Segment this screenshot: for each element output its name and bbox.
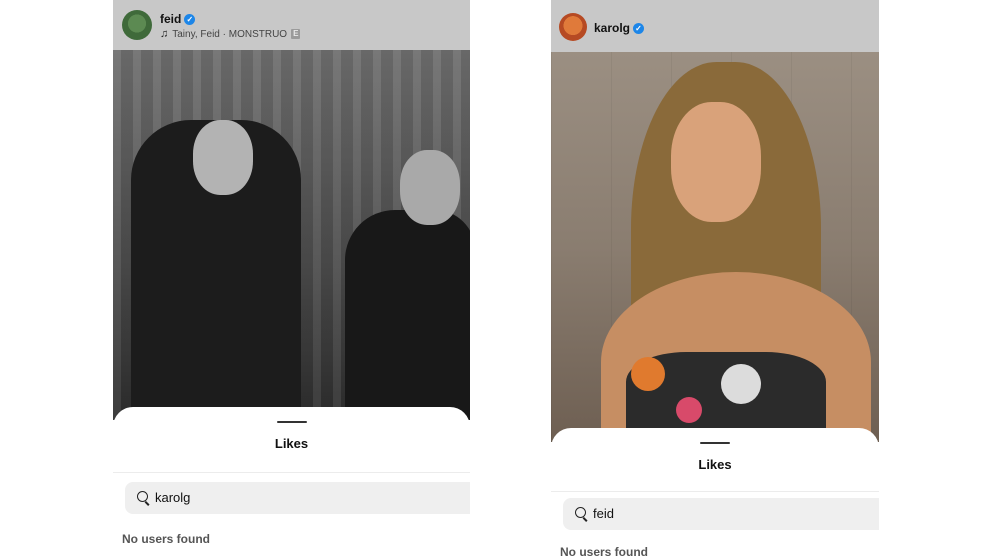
username-text[interactable]: feid xyxy=(160,12,181,26)
music-note-icon: ♫ xyxy=(160,28,169,40)
photo-flower xyxy=(721,364,761,404)
divider xyxy=(551,491,879,492)
divider xyxy=(113,472,470,473)
search-icon xyxy=(575,507,586,518)
post-header: karolg ✓ xyxy=(551,0,879,52)
sheet-title: Likes xyxy=(274,436,309,451)
username-text[interactable]: karolg xyxy=(594,21,630,35)
post-photo[interactable] xyxy=(113,50,470,420)
photo-figure xyxy=(671,102,761,222)
photo-figure xyxy=(193,120,253,195)
search-value[interactable]: feid xyxy=(593,506,614,521)
photo-flower xyxy=(676,397,702,423)
photo-figure xyxy=(345,210,470,420)
post-photo[interactable] xyxy=(551,52,879,442)
avatar[interactable] xyxy=(122,10,152,40)
username[interactable]: feid ✓ xyxy=(160,12,196,26)
photo-flower xyxy=(631,357,665,391)
search-value[interactable]: karolg xyxy=(155,490,190,505)
empty-state-text: No users found xyxy=(560,545,649,558)
sheet-drag-handle[interactable] xyxy=(700,442,730,444)
post-header: feid ✓ ♫ Tainy, Feid · MONSTRUO E xyxy=(113,0,470,50)
avatar[interactable] xyxy=(559,13,587,41)
verified-badge-icon: ✓ xyxy=(184,14,196,25)
song-text[interactable]: Tainy, Feid · MONSTRUO xyxy=(172,29,287,40)
verified-badge-icon: ✓ xyxy=(633,23,645,34)
username[interactable]: karolg ✓ xyxy=(594,21,645,35)
sheet-drag-handle[interactable] xyxy=(276,421,307,423)
likes-sheet: Likes karolg No users found xyxy=(113,407,470,558)
search-input[interactable]: feid xyxy=(563,498,879,530)
search-input[interactable]: karolg xyxy=(125,482,470,514)
sheet-title: Likes xyxy=(698,457,732,472)
photo-figure xyxy=(400,150,460,225)
left-phone-screen: feid ✓ ♫ Tainy, Feid · MONSTRUO E Likes kar… xyxy=(113,0,470,558)
search-icon xyxy=(137,491,148,502)
song-info[interactable]: ♫ Tainy, Feid · MONSTRUO E xyxy=(160,28,301,40)
empty-state-text: No users found xyxy=(122,532,211,546)
explicit-badge: E xyxy=(291,29,301,39)
likes-sheet: Likes feid No users found xyxy=(551,428,879,558)
right-phone-screen: karolg ✓ Likes feid No users found xyxy=(551,0,879,558)
